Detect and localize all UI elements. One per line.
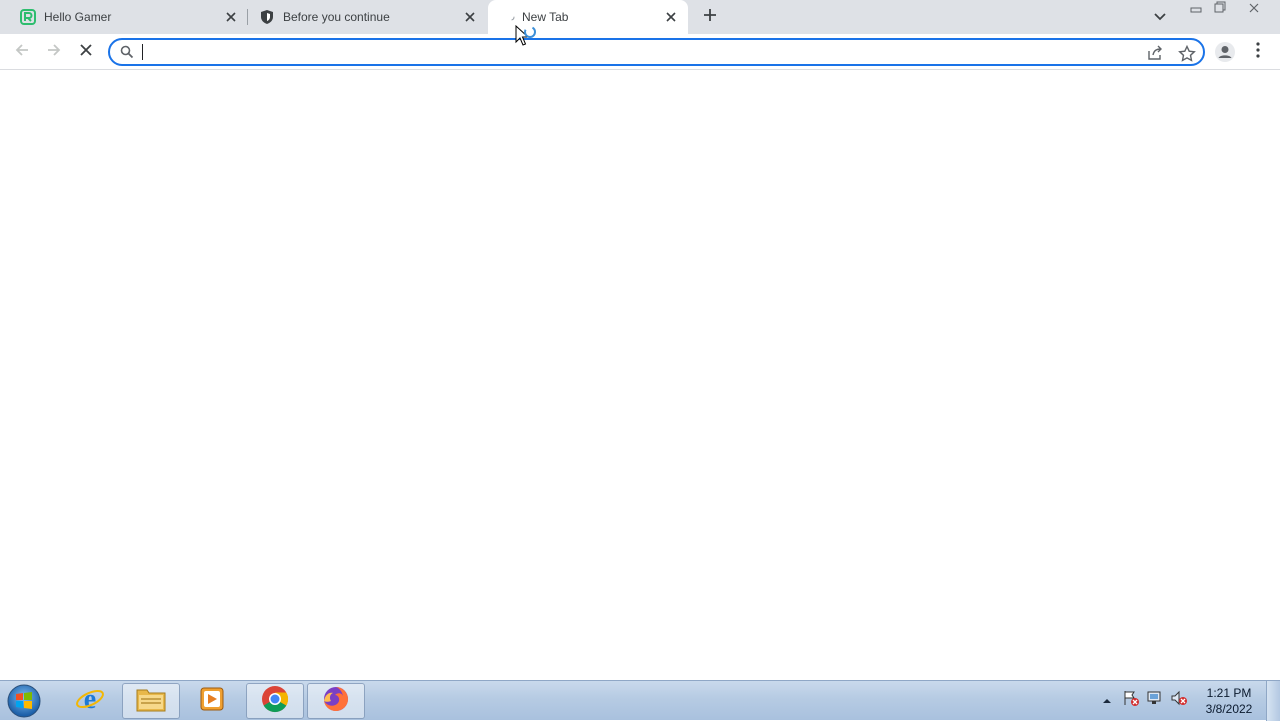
media-player-icon: [198, 685, 226, 718]
volume-button[interactable]: [1170, 689, 1188, 711]
taskbar: e 1:21 PM 3/8/2022: [0, 680, 1280, 721]
taskbar-firefox[interactable]: [307, 683, 365, 719]
address-input[interactable]: [142, 43, 1102, 61]
arrow-right-icon: [46, 42, 62, 63]
arrow-left-icon: [14, 42, 30, 63]
taskbar-media-player[interactable]: [183, 683, 241, 719]
profile-icon: [1214, 42, 1236, 67]
tab-close-icon[interactable]: [662, 8, 680, 26]
restore-button[interactable]: [1208, 0, 1232, 18]
stop-loading-button[interactable]: [74, 40, 98, 64]
profile-button[interactable]: [1214, 41, 1236, 63]
browser-toolbar: [0, 34, 1280, 70]
action-center-button[interactable]: [1122, 689, 1140, 711]
text-caret: [142, 44, 143, 60]
tab-title: Hello Gamer: [44, 10, 112, 24]
address-bar[interactable]: [108, 38, 1205, 66]
internet-explorer-icon: e: [75, 684, 105, 719]
chevron-down-icon: [1154, 8, 1166, 26]
star-icon[interactable]: [1178, 44, 1196, 63]
network-icon: [1146, 689, 1164, 712]
taskbar-internet-explorer[interactable]: e: [61, 683, 119, 719]
page-content: [0, 70, 1280, 680]
clock-date: 3/8/2022: [1205, 702, 1253, 716]
tab-title: New Tab: [522, 10, 569, 24]
kebab-menu-icon: [1256, 41, 1260, 63]
plus-icon: [703, 8, 717, 27]
share-icon[interactable]: [1146, 45, 1164, 61]
clock-time: 1:21 PM: [1206, 686, 1252, 700]
windows-orb-icon: [5, 684, 43, 723]
system-clock[interactable]: 1:21 PM 3/8/2022: [1196, 685, 1262, 717]
minimize-button[interactable]: [1184, 0, 1208, 18]
show-desktop-button[interactable]: [1266, 681, 1280, 721]
tab-before-you-continue[interactable]: Before you continue: [251, 0, 481, 34]
folder-icon: [135, 685, 167, 718]
green-r-logo-icon: [20, 9, 36, 25]
close-icon: [1249, 0, 1259, 18]
tab-strip: Hello Gamer Before you continue New Tab: [0, 0, 1280, 34]
tab-search-button[interactable]: [1151, 8, 1169, 26]
tab-close-icon[interactable]: [222, 8, 240, 26]
show-hidden-icons-button[interactable]: [1098, 689, 1116, 711]
tab-title: Before you continue: [283, 10, 390, 24]
svg-text:e: e: [84, 684, 96, 714]
start-button[interactable]: [5, 683, 45, 719]
shield-icon: [259, 9, 275, 25]
volume-muted-icon: [1170, 689, 1188, 712]
taskbar-file-explorer[interactable]: [122, 683, 180, 719]
forward-button[interactable]: [42, 40, 66, 64]
loading-spinner-icon: [506, 9, 516, 25]
tab-hello-gamer[interactable]: Hello Gamer: [12, 0, 242, 34]
tab-separator: [247, 9, 248, 25]
chrome-icon: [260, 684, 290, 719]
new-tab-button[interactable]: [700, 7, 720, 27]
search-icon: [120, 45, 134, 59]
network-button[interactable]: [1146, 689, 1164, 711]
back-button[interactable]: [10, 40, 34, 64]
close-icon: [80, 43, 92, 61]
restore-icon: [1214, 0, 1226, 18]
mouse-cursor-icon: [515, 24, 545, 49]
minimize-icon: [1190, 0, 1202, 18]
flag-error-icon: [1122, 689, 1140, 712]
firefox-icon: [321, 684, 351, 719]
chevron-up-icon: [1102, 691, 1112, 709]
window-close-button[interactable]: [1240, 0, 1268, 18]
tab-close-icon[interactable]: [461, 8, 479, 26]
taskbar-chrome[interactable]: [246, 683, 304, 719]
chrome-menu-button[interactable]: [1250, 41, 1266, 63]
